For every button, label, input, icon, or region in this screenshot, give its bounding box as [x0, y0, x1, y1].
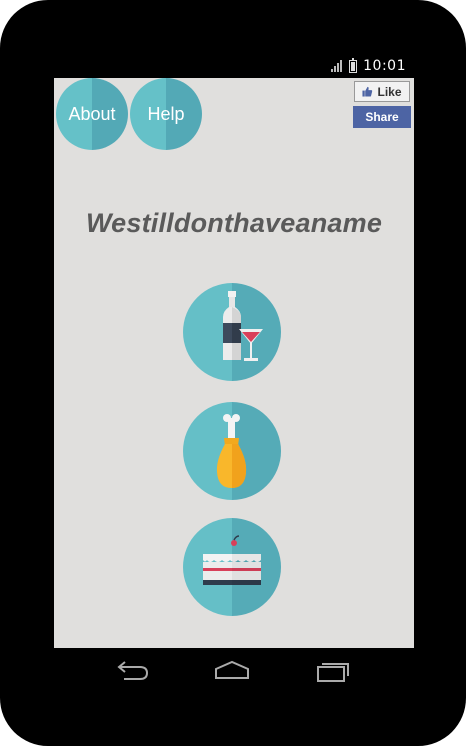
battery-icon: [349, 57, 358, 73]
drinks-icon: [223, 291, 263, 361]
status-bar: 10:01: [54, 54, 414, 78]
facebook-share-button[interactable]: Share: [353, 106, 411, 128]
back-icon[interactable]: [112, 656, 152, 686]
cake-icon: [203, 535, 261, 585]
app-screen: About Help Like Share Westilldonthaveana…: [54, 78, 414, 648]
status-indicators: 10:01: [331, 56, 406, 76]
thumbs-up-icon: [362, 86, 373, 97]
recent-apps-icon[interactable]: [314, 656, 354, 686]
chicken-category-button[interactable]: [183, 402, 281, 500]
device-frame: 10:01 About Help Like Share Westilldonth…: [0, 0, 466, 746]
navigation-bar: [54, 648, 414, 696]
cake-category-button[interactable]: [183, 518, 281, 616]
help-button[interactable]: Help: [130, 78, 202, 150]
chicken-leg-icon: [216, 414, 247, 488]
about-button[interactable]: About: [56, 78, 128, 150]
signal-icon: [331, 60, 343, 72]
home-icon[interactable]: [212, 656, 252, 686]
facebook-like-button[interactable]: Like: [354, 81, 410, 102]
facebook-like-label: Like: [377, 84, 402, 99]
status-time: 10:01: [363, 58, 406, 74]
app-title: Westilldonthaveaname: [85, 208, 383, 238]
drinks-category-button[interactable]: [183, 283, 281, 381]
